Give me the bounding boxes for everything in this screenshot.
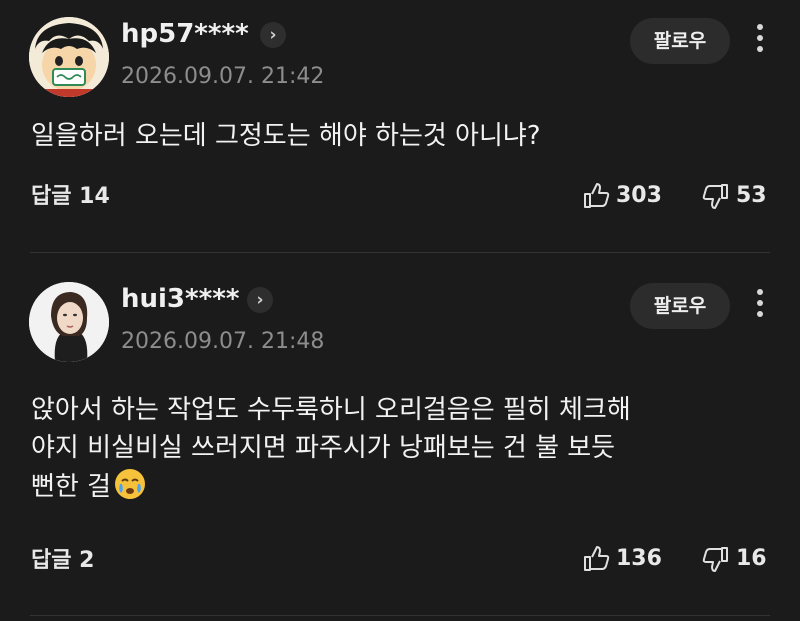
comment-line: 일을하러 오는데 그정도는 해야 하는것 아니냐? [31, 121, 541, 151]
like-button[interactable]: 136 [582, 545, 662, 573]
avatar[interactable] [29, 282, 109, 362]
like-count: 136 [616, 546, 662, 571]
thumbs-down-icon [702, 547, 728, 572]
comment-date: 2026.09.07. 21:42 [121, 64, 325, 89]
comment-item: hp57**** › 2026.09.07. 21:42 팔로우 일을하러 오는… [0, 0, 800, 253]
username[interactable]: hp57**** [121, 19, 249, 49]
cartoon-avatar-icon [29, 17, 109, 97]
comment-line: 야지 비실비실 쓰러지면 파주시가 낭패보는 건 불 보듯 [31, 433, 616, 463]
reply-button[interactable]: 답글 2 [31, 548, 94, 574]
more-options-icon[interactable] [750, 24, 770, 60]
crying-face-emoji-icon [113, 467, 147, 501]
reply-button[interactable]: 답글 14 [31, 184, 110, 210]
thumbs-down-icon [702, 184, 728, 209]
like-button[interactable]: 303 [582, 182, 662, 210]
dislike-count: 53 [736, 183, 767, 208]
dislike-button[interactable]: 53 [702, 182, 767, 210]
username[interactable]: hui3**** [121, 284, 239, 314]
comment-date: 2026.09.07. 21:48 [121, 329, 325, 354]
avatar[interactable] [29, 17, 109, 97]
photo-avatar-icon [29, 282, 109, 362]
comment-body: 일을하러 오는데 그정도는 해야 하는것 아니냐? [31, 117, 770, 155]
follow-button[interactable]: 팔로우 [630, 283, 730, 329]
follow-button[interactable]: 팔로우 [630, 18, 730, 64]
like-count: 303 [616, 183, 662, 208]
comment-item: hui3**** › 2026.09.07. 21:48 팔로우 앉아서 하는 … [0, 253, 800, 621]
thumbs-up-icon [584, 546, 610, 571]
chevron-right-icon[interactable]: › [260, 22, 286, 48]
comment-line: 뻔한 걸 [31, 472, 112, 502]
divider [30, 615, 770, 616]
comment-line-with-emoji: 뻔한 걸 [31, 467, 770, 506]
comment-line: 앉아서 하는 작업도 수두룩하니 오리걸음은 필히 체크해 [31, 395, 631, 425]
chevron-right-icon[interactable]: › [247, 287, 273, 313]
thumbs-up-icon [584, 183, 610, 208]
dislike-button[interactable]: 16 [702, 545, 767, 573]
comment-body: 앉아서 하는 작업도 수두룩하니 오리걸음은 필히 체크해 야지 비실비실 쓰러… [31, 391, 770, 506]
dislike-count: 16 [736, 546, 767, 571]
more-options-icon[interactable] [750, 289, 770, 325]
